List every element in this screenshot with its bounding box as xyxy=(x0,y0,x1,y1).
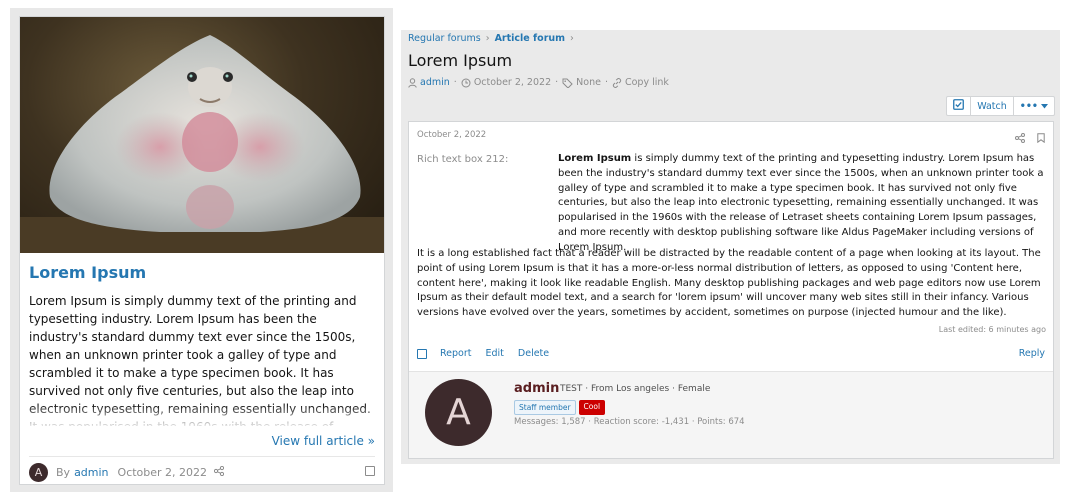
link-icon xyxy=(612,77,622,88)
card-divider xyxy=(29,456,375,457)
watch-button[interactable]: Watch xyxy=(971,97,1014,115)
author-subtitle: TEST · From Los angeles · Female xyxy=(560,384,711,394)
delete-button[interactable]: Delete xyxy=(518,348,549,359)
breadcrumb: Regular forums › Article forum › xyxy=(408,33,579,44)
select-checkbox[interactable] xyxy=(417,348,427,359)
report-button[interactable]: Report xyxy=(440,348,472,359)
breadcrumb-separator: › xyxy=(485,33,490,44)
user-icon xyxy=(408,77,417,88)
chevron-down-icon xyxy=(1041,101,1048,112)
excerpt-fade xyxy=(20,405,384,429)
card-footer: A By admin October 2, 2022 xyxy=(29,462,225,482)
bookmark-icon[interactable] xyxy=(1037,128,1045,147)
thread-author-link[interactable]: admin xyxy=(420,77,450,88)
reply-button[interactable]: Reply xyxy=(1019,348,1045,359)
edit-button[interactable]: Edit xyxy=(486,348,504,359)
post: October 2, 2022 Rich text box 212: Lorem… xyxy=(408,121,1054,459)
post-actions: Report Edit Delete xyxy=(417,348,563,359)
thread-view: Regular forums › Article forum › Lorem I… xyxy=(401,30,1060,464)
author-name[interactable]: admin xyxy=(514,381,559,396)
last-edited: Last edited: 6 minutes ago xyxy=(938,325,1046,334)
post-tools xyxy=(1015,128,1045,147)
cool-badge: Cool xyxy=(578,400,606,415)
bookmark-toggle[interactable] xyxy=(947,97,972,115)
author-stats: Messages: 1,587 · Reaction score: -1,431… xyxy=(514,417,745,427)
tags-icon xyxy=(562,78,573,88)
checkbox-icon xyxy=(953,99,965,113)
breadcrumb-separator: › xyxy=(570,33,574,44)
by-label: By xyxy=(56,465,71,479)
avatar[interactable]: A xyxy=(29,462,48,482)
field-rest: is simply dummy text of the printing and… xyxy=(558,153,1044,253)
field-value: Lorem Ipsum is simply dummy text of the … xyxy=(558,152,1050,256)
author-block: A admin TEST · From Los angeles · Female… xyxy=(409,371,1053,458)
post-date[interactable]: October 2, 2022 xyxy=(417,130,486,140)
clock-icon xyxy=(461,78,471,88)
field-bold: Lorem Ipsum xyxy=(558,153,632,164)
article-title[interactable]: Lorem Ipsum xyxy=(29,263,146,282)
share-icon[interactable] xyxy=(1015,128,1025,147)
more-label: ••• xyxy=(1019,100,1038,112)
thread-date[interactable]: October 2, 2022 xyxy=(474,77,551,88)
author-link[interactable]: admin xyxy=(74,466,108,479)
copy-link[interactable]: Copy link xyxy=(625,77,669,88)
staff-badge: Staff member xyxy=(514,400,576,415)
thread-toolbar: Watch ••• xyxy=(946,96,1055,116)
breadcrumb-item-article-forum[interactable]: Article forum xyxy=(495,33,565,44)
avatar[interactable]: A xyxy=(425,379,492,446)
thread-meta: admin · October 2, 2022 · None · Copy li… xyxy=(408,77,669,88)
page-title: Lorem Ipsum xyxy=(408,51,513,70)
breadcrumb-item-regular-forums[interactable]: Regular forums xyxy=(408,33,481,44)
thread-tags: None xyxy=(576,77,601,88)
article-date[interactable]: October 2, 2022 xyxy=(118,466,208,479)
article-image[interactable] xyxy=(20,17,384,253)
post-body: It is a long established fact that a rea… xyxy=(417,248,1041,319)
field-label: Rich text box 212: xyxy=(417,154,509,165)
more-options-button[interactable]: ••• xyxy=(1014,97,1054,115)
author-badges: Staff member Cool xyxy=(514,400,606,415)
article-card: Lorem Ipsum Lorem Ipsum is simply dummy … xyxy=(19,16,385,485)
select-checkbox[interactable] xyxy=(365,466,375,476)
share-icon[interactable] xyxy=(213,465,225,479)
view-full-article-link[interactable]: View full article » xyxy=(272,434,375,448)
